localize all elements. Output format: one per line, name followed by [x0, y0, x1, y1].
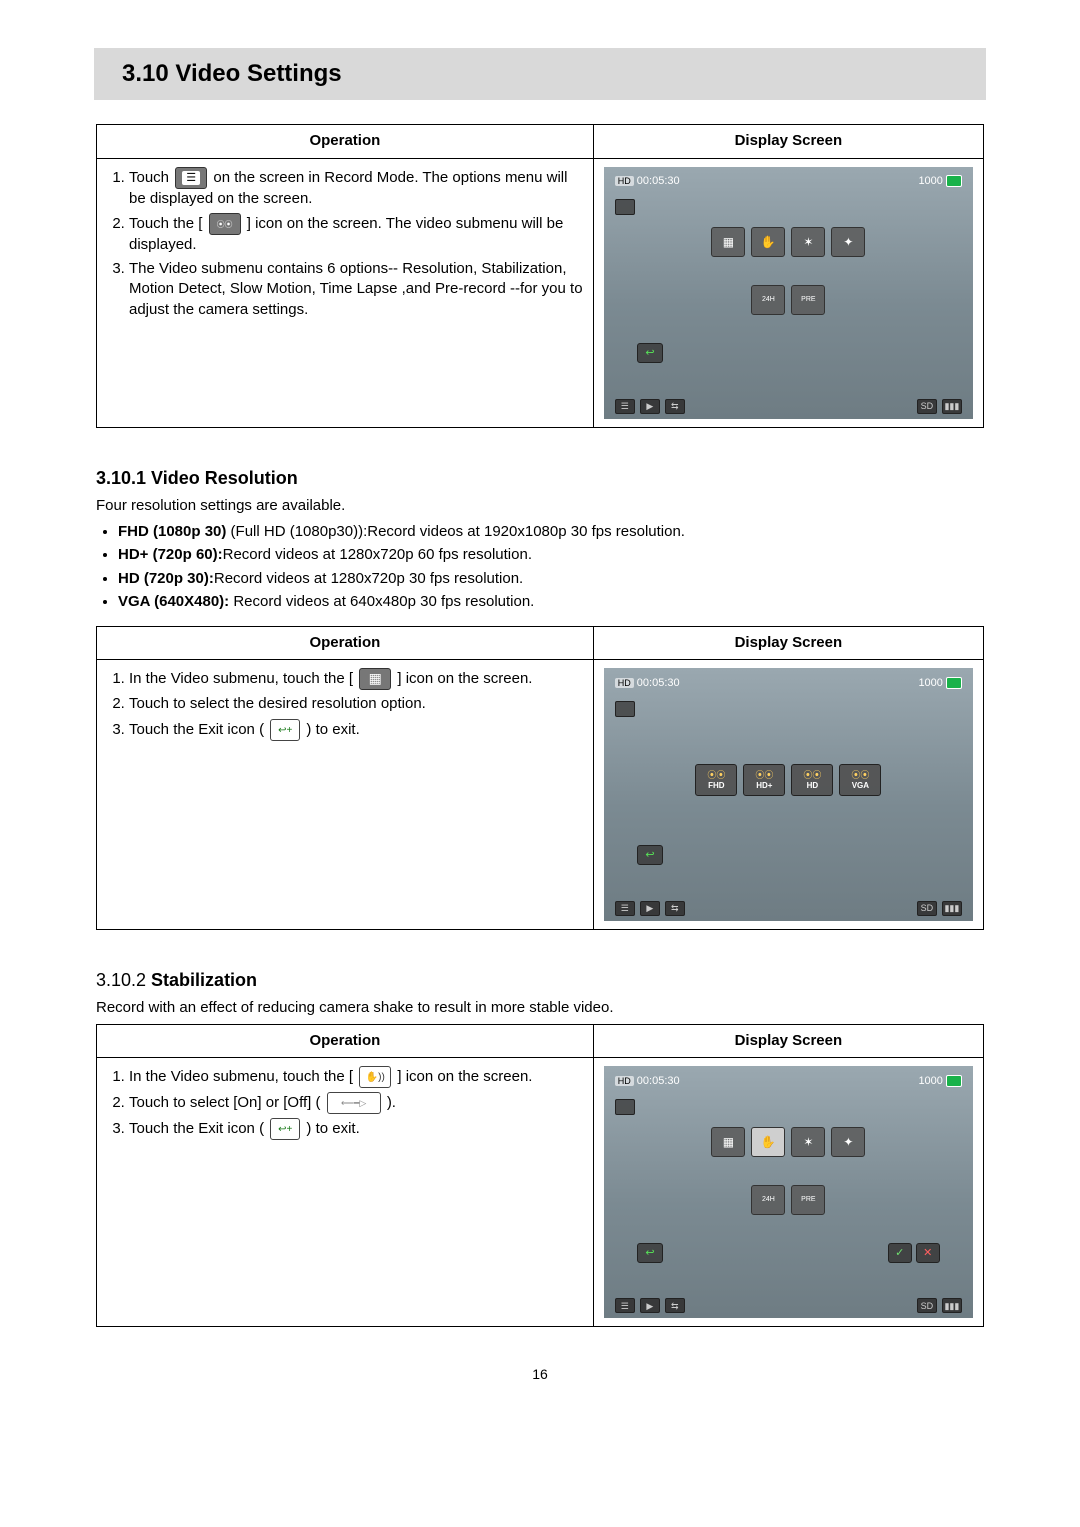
time-lapse-icon[interactable]: 24H: [751, 285, 785, 315]
photo-counter: 1000: [918, 677, 942, 689]
hd-badge: HD: [615, 176, 634, 186]
video-submenu-icon: [209, 213, 241, 235]
section-title: 3.10 Video Settings: [122, 58, 980, 90]
stab-step-3: Touch the Exit icon ( ) to exit.: [129, 1118, 583, 1140]
camera-screen-submenu: HD00:05:30 1000 ▦ ✋ ✶ ✦ 24H PRE ☰: [604, 167, 973, 419]
rec-time: 00:05:30: [637, 677, 680, 689]
bullet-vga: VGA (640X480): Record videos at 640x480p…: [118, 592, 984, 612]
photo-counter: 1000: [918, 175, 942, 187]
video-settings-display-cell: HD00:05:30 1000 ▦ ✋ ✶ ✦ 24H PRE ☰: [593, 158, 983, 427]
header-operation: Operation: [97, 1025, 594, 1058]
res-step-3: Touch the Exit icon ( ) to exit.: [129, 719, 583, 741]
camera-screen-stabilization: HD00:05:30 1000 ▦ ✋ ✶ ✦ 24H PRE: [604, 1066, 973, 1318]
section-title-band: 3.10 Video Settings: [94, 48, 986, 100]
mode-bar-icon[interactable]: ⇆: [665, 1298, 685, 1313]
resolution-table: Operation Display Screen In the Video su…: [96, 626, 984, 929]
header-operation: Operation: [97, 125, 594, 158]
stabilization-icon[interactable]: ✋: [751, 1127, 785, 1157]
hd-badge: HD: [615, 678, 634, 688]
video-settings-operation-cell: Touch on the screen in Record Mode. The …: [97, 158, 594, 427]
motion-detect-icon[interactable]: ✶: [791, 227, 825, 257]
stabilization-operation-cell: In the Video submenu, touch the [ ] icon…: [97, 1058, 594, 1327]
step-2: Touch the [ ] icon on the screen. The vi…: [129, 213, 583, 255]
play-bar-icon[interactable]: ▶: [640, 901, 660, 916]
bullet-fhd: FHD (1080p 30) (Full HD (1080p30)):Recor…: [118, 522, 984, 542]
photo-icon: [946, 1075, 962, 1087]
mode-bar-icon[interactable]: ⇆: [665, 399, 685, 414]
exit-step-icon: [270, 1118, 300, 1140]
cancel-icon[interactable]: [916, 1243, 940, 1263]
rec-time: 00:05:30: [637, 175, 680, 187]
photo-counter: 1000: [918, 1075, 942, 1087]
top-left-chip-icon: [615, 1099, 635, 1115]
res-option-vga[interactable]: ⦿⦿VGA: [839, 764, 881, 796]
time-lapse-icon[interactable]: 24H: [751, 1185, 785, 1215]
exit-icon[interactable]: [637, 1243, 663, 1263]
video-settings-table: Operation Display Screen Touch on the sc…: [96, 124, 984, 427]
header-display-screen: Display Screen: [593, 1025, 983, 1058]
resolution-indicator-icon: [615, 701, 635, 717]
resolution-icon[interactable]: ▦: [711, 227, 745, 257]
stabilization-intro: Record with an effect of reducing camera…: [96, 998, 984, 1018]
stab-step-2: Touch to select [On] or [Off] ( ).: [129, 1092, 583, 1114]
resolution-bullets: FHD (1080p 30) (Full HD (1080p30)):Recor…: [96, 522, 984, 612]
res-option-hdplus[interactable]: ⦿⦿HD+: [743, 764, 785, 796]
step-1: Touch on the screen in Record Mode. The …: [129, 167, 583, 209]
confirm-icon[interactable]: [888, 1243, 912, 1263]
sd-badge: SD: [917, 901, 937, 916]
pre-record-icon[interactable]: PRE: [791, 285, 825, 315]
resolution-intro: Four resolution settings are available.: [96, 496, 984, 516]
top-left-chip-icon: [615, 199, 635, 215]
camera-screen-resolution: HD00:05:30 1000 ⦿⦿FHD ⦿⦿HD+ ⦿⦿HD ⦿⦿VGA ☰…: [604, 668, 973, 920]
photo-icon: [946, 677, 962, 689]
stabilization-table: Operation Display Screen In the Video su…: [96, 1024, 984, 1327]
bullet-hdplus: HD+ (720p 60):Record videos at 1280x720p…: [118, 545, 984, 565]
battery-icon: ▮▮▮: [942, 901, 962, 916]
pre-record-icon[interactable]: PRE: [791, 1185, 825, 1215]
exit-step-icon: [270, 719, 300, 741]
menu-bar-icon[interactable]: ☰: [615, 1298, 635, 1313]
res-step-1: In the Video submenu, touch the [ ] icon…: [129, 668, 583, 690]
exit-icon[interactable]: [637, 845, 663, 865]
header-operation: Operation: [97, 627, 594, 660]
play-bar-icon[interactable]: ▶: [640, 1298, 660, 1313]
menu-icon: [175, 167, 207, 189]
hd-badge: HD: [615, 1076, 634, 1086]
resolution-operation-cell: In the Video submenu, touch the [ ] icon…: [97, 660, 594, 929]
res-option-fhd[interactable]: ⦿⦿FHD: [695, 764, 737, 796]
resolution-display-cell: HD00:05:30 1000 ⦿⦿FHD ⦿⦿HD+ ⦿⦿HD ⦿⦿VGA ☰…: [593, 660, 983, 929]
page-number: 16: [96, 1365, 984, 1384]
bullet-hd: HD (720p 30):Record videos at 1280x720p …: [118, 569, 984, 589]
stabilization-heading: 3.10.2 Stabilization: [96, 968, 984, 992]
step-3: The Video submenu contains 6 options-- R…: [129, 259, 583, 320]
stabilization-display-cell: HD00:05:30 1000 ▦ ✋ ✶ ✦ 24H PRE: [593, 1058, 983, 1327]
sd-badge: SD: [917, 399, 937, 414]
on-off-toggle-icon: [327, 1092, 381, 1114]
stabilization-step-icon: [359, 1066, 391, 1088]
resolution-icon[interactable]: ▦: [711, 1127, 745, 1157]
res-option-hd[interactable]: ⦿⦿HD: [791, 764, 833, 796]
resolution-step-icon: [359, 668, 391, 690]
menu-bar-icon[interactable]: ☰: [615, 901, 635, 916]
slow-motion-icon[interactable]: ✦: [831, 227, 865, 257]
battery-icon: ▮▮▮: [942, 399, 962, 414]
stabilization-icon[interactable]: ✋: [751, 227, 785, 257]
sd-badge: SD: [917, 1298, 937, 1313]
header-display-screen: Display Screen: [593, 125, 983, 158]
photo-icon: [946, 175, 962, 187]
rec-time: 00:05:30: [637, 1075, 680, 1087]
header-display-screen: Display Screen: [593, 627, 983, 660]
exit-icon[interactable]: [637, 343, 663, 363]
menu-bar-icon[interactable]: ☰: [615, 399, 635, 414]
res-step-2: Touch to select the desired resolution o…: [129, 694, 583, 714]
stab-step-1: In the Video submenu, touch the [ ] icon…: [129, 1066, 583, 1088]
resolution-heading: 3.10.1 Video Resolution: [96, 466, 984, 490]
battery-icon: ▮▮▮: [942, 1298, 962, 1313]
play-bar-icon[interactable]: ▶: [640, 399, 660, 414]
slow-motion-icon[interactable]: ✦: [831, 1127, 865, 1157]
mode-bar-icon[interactable]: ⇆: [665, 901, 685, 916]
motion-detect-icon[interactable]: ✶: [791, 1127, 825, 1157]
